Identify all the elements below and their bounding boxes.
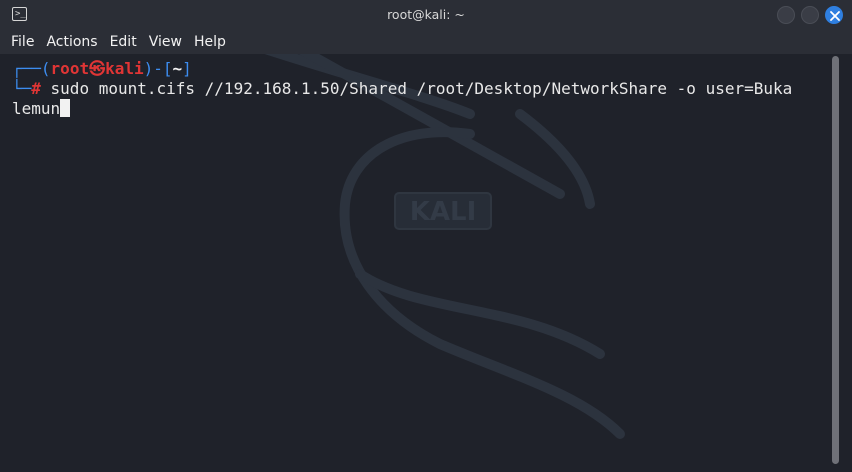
prompt-host: kali: [105, 59, 144, 78]
prompt-mid: )-[: [143, 59, 173, 78]
menu-actions[interactable]: Actions: [46, 34, 97, 50]
prompt-symbol: #: [31, 79, 41, 98]
menu-view[interactable]: View: [149, 34, 182, 50]
command-text-line-1: sudo mount.cifs //192.168.1.50/Shared /r…: [40, 79, 793, 98]
text-cursor: [60, 99, 71, 117]
menu-help[interactable]: Help: [194, 34, 226, 50]
command-text-line-2: lemun: [12, 99, 61, 118]
maximize-button[interactable]: [801, 6, 819, 24]
close-button[interactable]: [825, 6, 843, 24]
prompt-line: ┌──(root㉿kali)-[~]: [12, 59, 192, 78]
prompt-corner-bottom: └─: [12, 79, 32, 98]
terminal-output[interactable]: KALI ┌──(root㉿kali)-[~] └─# sudo mount.c…: [0, 54, 852, 472]
terminal-window: >_ root@kali: ~ File Actions Edit View H…: [0, 0, 852, 472]
menu-edit[interactable]: Edit: [110, 34, 137, 50]
menu-file[interactable]: File: [11, 34, 34, 50]
prompt-dir: ~: [172, 59, 183, 78]
minimize-button[interactable]: [777, 6, 795, 24]
prompt-close: ]: [182, 59, 192, 78]
prompt-open: (: [40, 59, 51, 78]
prompt-corner-top: ┌──: [12, 59, 41, 78]
window-title: root@kali: ~: [387, 7, 465, 22]
title-bar[interactable]: >_ root@kali: ~: [0, 0, 852, 30]
menu-bar: File Actions Edit View Help: [0, 30, 852, 54]
prompt-at-symbol: ㉿: [89, 59, 106, 78]
command-line: └─# sudo mount.cifs //192.168.1.50/Share…: [12, 79, 792, 98]
prompt-user: root: [50, 59, 90, 78]
scrollbar[interactable]: [832, 56, 839, 464]
close-icon: [830, 11, 840, 21]
terminal-lines: ┌──(root㉿kali)-[~] └─# sudo mount.cifs /…: [12, 59, 792, 119]
watermark-text: KALI: [410, 197, 477, 227]
